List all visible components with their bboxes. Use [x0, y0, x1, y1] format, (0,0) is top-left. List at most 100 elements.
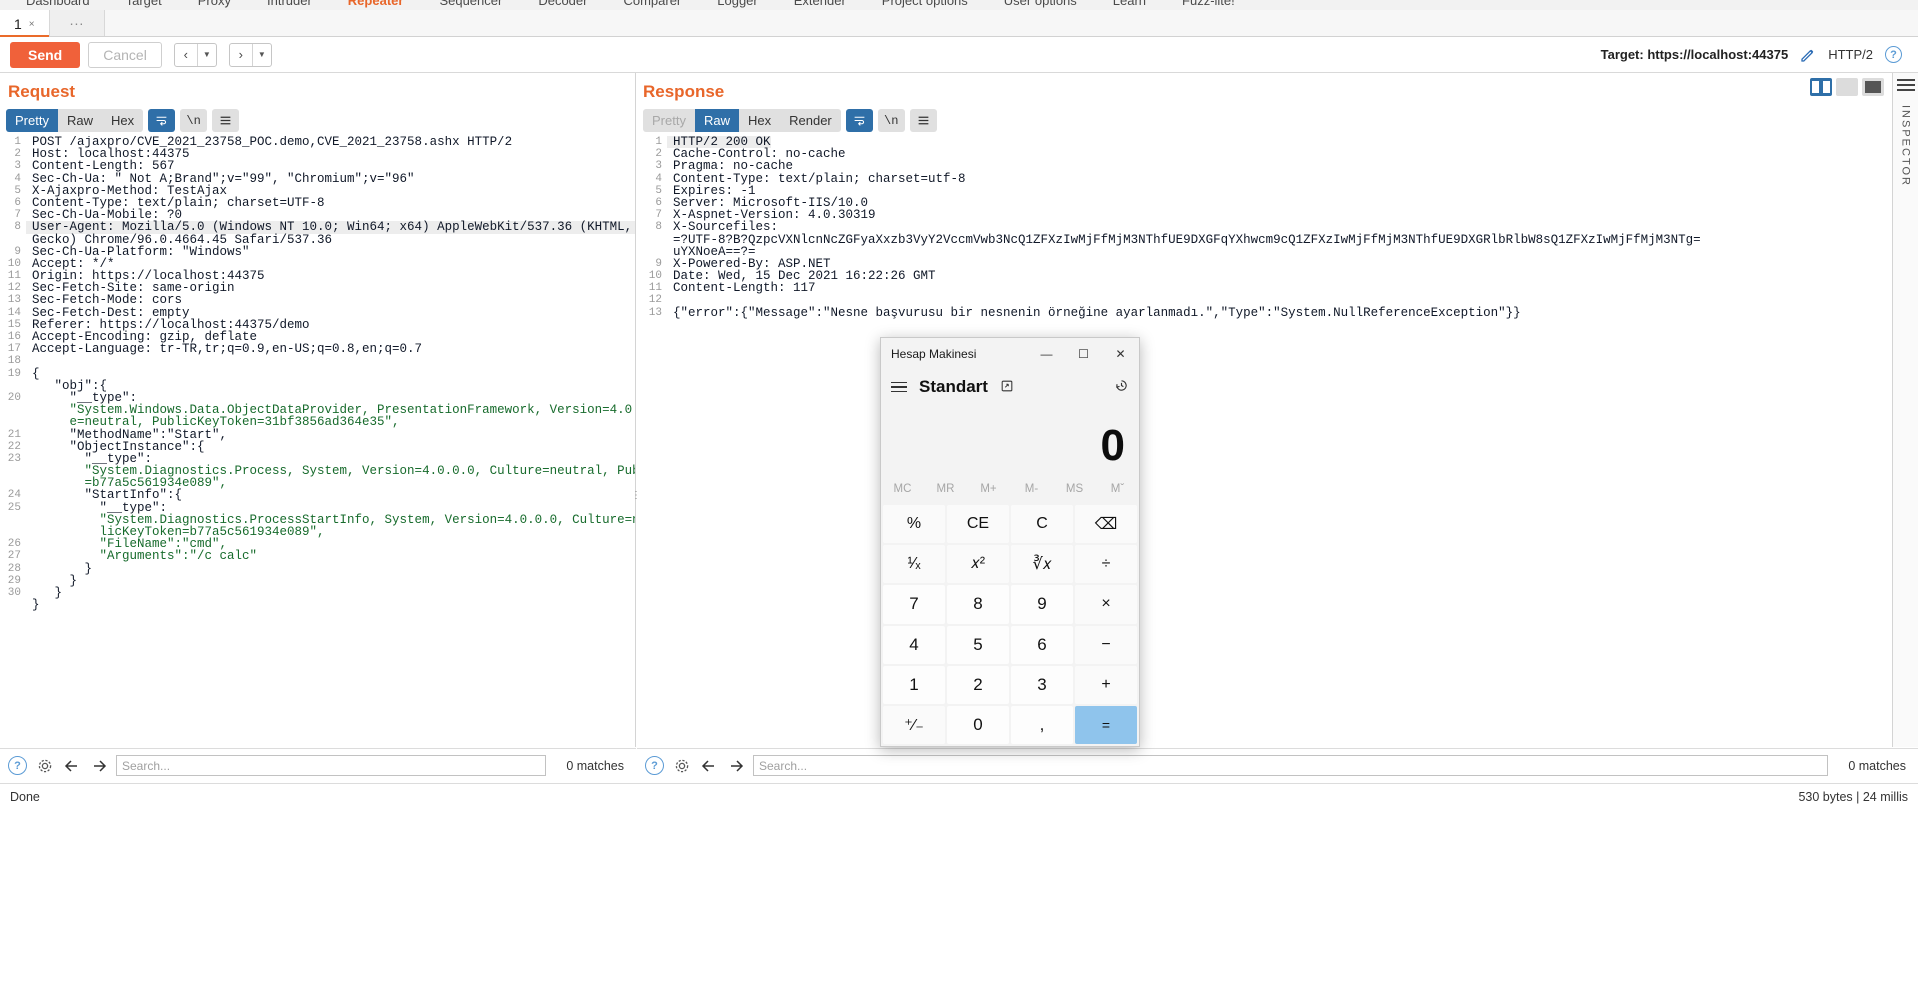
gear-icon[interactable]: [35, 756, 54, 775]
arrow-right-icon[interactable]: [726, 756, 745, 775]
memory-button-mr[interactable]: MR: [924, 483, 967, 495]
calc-key-[interactable]: ⁺⁄₋: [883, 705, 945, 744]
request-tab-pretty[interactable]: Pretty: [6, 109, 58, 132]
calculator-header: Standart: [881, 369, 1139, 405]
code-text: "Arguments":"/c calc": [32, 549, 258, 564]
hamburger-icon[interactable]: [891, 381, 907, 393]
response-view-tabs[interactable]: Pretty Raw Hex Render: [643, 109, 841, 132]
calculator-keypad[interactable]: % CE C ⌫ ¹⁄ₓ 𝑥² ∛𝑥 ÷ 7 8 9 × 4 5 6− 1 2 3 + ⁺⁄₋ 0, =: [881, 503, 1139, 746]
line-number: 13: [7, 294, 21, 307]
history-icon[interactable]: [1114, 378, 1129, 397]
calc-key-8[interactable]: 8: [947, 585, 1009, 624]
line-number: 3: [655, 160, 662, 173]
word-wrap-icon[interactable]: [148, 109, 176, 132]
calc-key-3[interactable]: 3: [1011, 665, 1073, 704]
help-icon[interactable]: ?: [645, 756, 664, 775]
line-number: [0, 380, 26, 392]
request-tab-hex[interactable]: Hex: [101, 109, 144, 132]
repeater-tab-1[interactable]: 1 ×: [0, 10, 50, 37]
close-icon[interactable]: ✕: [1102, 338, 1139, 369]
request-editor[interactable]: 1 POST /ajaxpro/CVE_2021_23758_POC.demo,C…: [0, 136, 635, 752]
chevron-right-icon[interactable]: ›: [230, 44, 252, 66]
calculator-titlebar[interactable]: Hesap Makinesi — ☐ ✕: [881, 338, 1139, 369]
request-code-line: 8 User-Agent: Mozilla/5.0 (Windows NT 10.…: [0, 221, 635, 234]
code-text: X-Sourcefiles:: [673, 220, 779, 235]
show-newlines-icon[interactable]: \n: [180, 109, 208, 132]
code-text: e=neutral, PublicKeyToken=31bf3856ad364e…: [32, 415, 400, 430]
memory-button-m[interactable]: Mˇ: [1096, 483, 1139, 495]
memory-button-mc[interactable]: MC: [881, 483, 924, 495]
gear-icon[interactable]: [672, 756, 691, 775]
calc-key-0[interactable]: 0: [947, 705, 1009, 744]
response-tab-raw[interactable]: Raw: [694, 109, 739, 132]
inspector-panel[interactable]: INSPECTOR: [1892, 73, 1918, 747]
calc-key-[interactable]: =: [1075, 705, 1137, 744]
calc-key-[interactable]: ,: [1011, 705, 1073, 744]
calc-key-4[interactable]: 4: [883, 625, 945, 664]
calc-key-[interactable]: +: [1075, 665, 1137, 704]
pencil-icon[interactable]: [1800, 47, 1816, 63]
line-number: 8: [655, 221, 662, 234]
calc-key-C[interactable]: C: [1011, 505, 1073, 544]
memory-button-ms[interactable]: MS: [1053, 483, 1096, 495]
calc-key-[interactable]: ×: [1075, 585, 1137, 624]
calc-key-[interactable]: ÷: [1075, 545, 1137, 584]
inspector-menu-icon[interactable]: [1896, 79, 1915, 91]
minimize-icon[interactable]: —: [1028, 338, 1065, 369]
word-wrap-icon[interactable]: [845, 109, 873, 132]
calc-key-9[interactable]: 9: [1011, 585, 1073, 624]
memory-button-m[interactable]: M-: [1010, 483, 1053, 495]
http-version-label: HTTP/2: [1828, 47, 1873, 62]
calc-key-[interactable]: %: [883, 505, 945, 544]
response-search-input[interactable]: [753, 755, 1828, 776]
calc-key-[interactable]: −: [1075, 625, 1137, 664]
line-number: 21: [7, 428, 21, 441]
calc-key-[interactable]: ⌫: [1075, 505, 1137, 544]
response-code-line: =?UTF-8?B?QzpcVXNlcnNcZGFyaXxzb3VyY2Vccm…: [637, 233, 1918, 246]
request-tab-raw[interactable]: Raw: [57, 109, 102, 132]
arrow-left-icon[interactable]: [699, 756, 718, 775]
close-icon[interactable]: ×: [29, 19, 35, 30]
calc-key-[interactable]: 𝑥²: [947, 545, 1009, 584]
calc-key-[interactable]: ∛𝑥: [1011, 545, 1073, 584]
response-editor[interactable]: 1 HTTP/2 200 OK 2 Cache-Control: no-cache 3 P…: [637, 136, 1918, 752]
help-icon[interactable]: ?: [8, 756, 27, 775]
chevron-left-icon[interactable]: ‹: [175, 44, 197, 66]
response-tab-hex[interactable]: Hex: [738, 109, 781, 132]
arrow-left-icon[interactable]: [62, 756, 81, 775]
request-menu-icon[interactable]: [212, 109, 240, 132]
show-newlines-icon[interactable]: \n: [877, 109, 905, 132]
calc-key-[interactable]: ¹⁄ₓ: [883, 545, 945, 584]
request-view-tabs[interactable]: Pretty Raw Hex: [6, 109, 144, 132]
repeater-tab-bar[interactable]: 1 × ...: [0, 10, 1918, 37]
response-tab-pretty[interactable]: Pretty: [643, 109, 695, 132]
cancel-button[interactable]: Cancel: [88, 41, 162, 68]
window-controls[interactable]: — ☐ ✕: [1028, 338, 1139, 369]
calculator-window[interactable]: Hesap Makinesi — ☐ ✕ Standart 0 MC MR M+ M-…: [880, 337, 1140, 747]
history-forward-group[interactable]: › ▼: [228, 42, 272, 67]
request-search-input[interactable]: [116, 755, 546, 776]
chevron-down-icon[interactable]: ▼: [198, 44, 216, 66]
calc-key-5[interactable]: 5: [947, 625, 1009, 664]
repeater-new-tab-button[interactable]: ...: [50, 10, 105, 36]
response-menu-icon[interactable]: [909, 109, 937, 132]
keep-on-top-icon[interactable]: [1000, 379, 1014, 396]
calc-key-CE[interactable]: CE: [947, 505, 1009, 544]
response-code-line: 10 Date: Wed, 15 Dec 2021 16:22:26 GMT: [637, 270, 1918, 283]
calculator-memory-row[interactable]: MC MR M+ M- MS Mˇ: [881, 475, 1139, 503]
send-button[interactable]: Send: [10, 41, 81, 68]
chevron-down-icon[interactable]: ▼: [253, 44, 271, 66]
response-tab-render[interactable]: Render: [780, 109, 841, 132]
calc-key-7[interactable]: 7: [883, 585, 945, 624]
calc-key-1[interactable]: 1: [883, 665, 945, 704]
response-code-line: 12: [637, 294, 1918, 306]
history-back-group[interactable]: ‹ ▼: [173, 42, 217, 67]
line-number: [0, 514, 26, 526]
calc-key-2[interactable]: 2: [947, 665, 1009, 704]
arrow-right-icon[interactable]: [89, 756, 108, 775]
calc-key-6[interactable]: 6: [1011, 625, 1073, 664]
maximize-icon[interactable]: ☐: [1065, 338, 1102, 369]
request-code-line: 25 "__type":: [0, 501, 635, 514]
help-icon[interactable]: ?: [1885, 46, 1902, 63]
memory-button-m[interactable]: M+: [967, 483, 1010, 495]
